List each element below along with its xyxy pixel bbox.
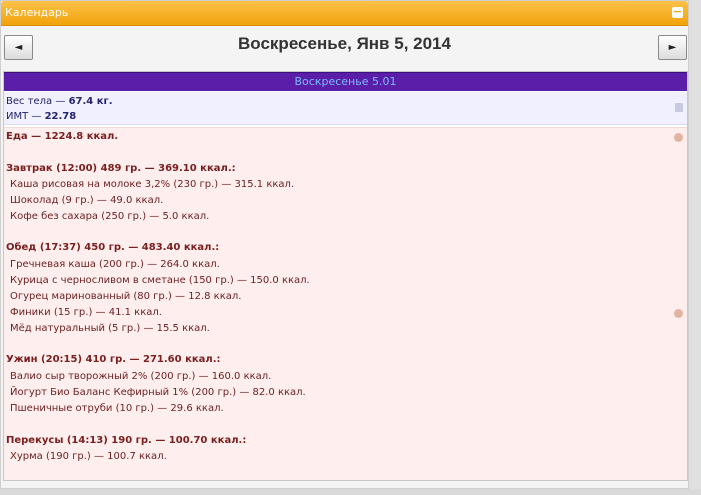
list-item: Хурма (190 гр.) — 100.7 ккал.: [10, 451, 167, 462]
scrollbar[interactable]: [689, 0, 701, 495]
list-item: Финики (15 гр.) — 41.1 ккал.: [10, 307, 162, 318]
weight-section: Вес тела — 67.4 кг. ИМТ — 22.78: [4, 92, 687, 125]
list-item: Валио сыр творожный 2% (200 гр.) — 160.0…: [10, 371, 272, 382]
day-content: Воскресенье 5.01 Вес тела — 67.4 кг. ИМТ…: [3, 71, 688, 481]
arrow-right-icon: ►: [668, 42, 677, 53]
day-header: Воскресенье 5.01: [4, 72, 687, 91]
meal-title-lunch: Обед (17:37) 450 гр. — 483.40 ккал.:: [6, 242, 220, 253]
weight-row: Вес тела — 67.4 кг.: [6, 96, 113, 107]
list-item: Мёд натуральный (5 гр.) — 15.5 ккал.: [10, 323, 210, 334]
list-item: Йогурт Био Баланс Кефирный 1% (200 гр.) …: [10, 387, 306, 398]
next-day-button[interactable]: ►: [658, 35, 687, 60]
hand-icon[interactable]: [674, 309, 683, 318]
weight-value: 67.4 кг.: [68, 96, 113, 107]
list-item: Гречневая каша (200 гр.) — 264.0 ккал.: [10, 259, 220, 270]
bmi-value: 22.78: [44, 111, 77, 122]
list-item: Кофе без сахара (250 гр.) — 5.0 ккал.: [10, 211, 210, 222]
list-item: Шоколад (9 гр.) — 49.0 ккал.: [10, 195, 164, 206]
weight-label: Вес тела —: [6, 96, 66, 107]
meal-title-breakfast: Завтрак (12:00) 489 гр. — 369.10 ккал.:: [6, 163, 236, 174]
list-item: Курица с черносливом в сметане (150 гр.)…: [10, 275, 310, 286]
meal-title-snacks: Перекусы (14:13) 190 гр. — 100.70 ккал.:: [6, 435, 247, 446]
hand-icon[interactable]: [674, 133, 683, 142]
bmi-label: ИМТ —: [6, 111, 42, 122]
widget-title: Календарь: [5, 6, 69, 19]
date-navigation: ◄ Воскресенье, Янв 5, 2014 ►: [1, 28, 688, 68]
minus-icon[interactable]: −: [672, 6, 683, 18]
widget-header: Календарь −: [1, 1, 688, 26]
list-item: Каша рисовая на молоке 3,2% (230 гр.) — …: [10, 179, 295, 190]
calendar-widget: Календарь − ◄ Воскресенье, Янв 5, 2014 ►…: [0, 0, 689, 489]
list-item: Пшеничные отруби (10 гр.) — 29.6 ккал.: [10, 403, 224, 414]
scale-icon[interactable]: [675, 103, 683, 112]
list-item: Огурец маринованный (80 гр.) — 12.8 ккал…: [10, 291, 242, 302]
food-total: Еда — 1224.8 ккал.: [6, 131, 119, 142]
page-bottom-edge: [0, 489, 701, 495]
meal-title-dinner: Ужин (20:15) 410 гр. — 271.60 ккал.:: [6, 354, 221, 365]
food-section: Еда — 1224.8 ккал. Завтрак (12:00) 489 г…: [4, 127, 687, 480]
bmi-row: ИМТ — 22.78: [6, 111, 76, 122]
date-title: Воскресенье, Янв 5, 2014: [238, 34, 451, 53]
